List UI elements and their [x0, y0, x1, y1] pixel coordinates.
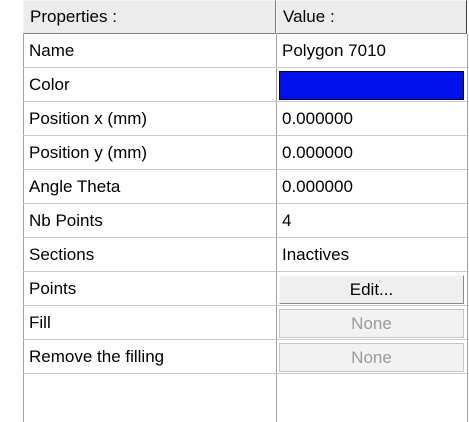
property-label: Color: [29, 75, 70, 94]
property-label: Fill: [29, 313, 51, 332]
grid-line: [23, 339, 469, 340]
property-label: Position y (mm): [29, 143, 148, 162]
sections-value[interactable]: Inactives: [276, 238, 469, 272]
row-angle-theta[interactable]: Angle Theta 0.000000: [23, 170, 469, 204]
fill-none-button[interactable]: None: [279, 309, 464, 338]
color-swatch[interactable]: [279, 71, 464, 100]
grid-line: [23, 271, 469, 272]
position-x-value[interactable]: 0.000000: [276, 102, 469, 136]
grid-line: [23, 169, 469, 170]
row-position-x[interactable]: Position x (mm) 0.000000: [23, 102, 469, 136]
grid-line: [23, 203, 469, 204]
grid-line: [276, 34, 277, 422]
property-label: Sections: [29, 245, 95, 264]
grid-line: [23, 305, 469, 306]
grid-line: [23, 373, 469, 374]
property-label: Nb Points: [29, 211, 103, 230]
grid-line: [23, 237, 469, 238]
row-name[interactable]: Name Polygon 7010: [23, 34, 469, 68]
row-position-y[interactable]: Position y (mm) 0.000000: [23, 136, 469, 170]
remove-filling-none-button[interactable]: None: [279, 343, 464, 372]
grid-line: [23, 135, 469, 136]
property-label: Angle Theta: [29, 177, 121, 196]
property-label: Name: [29, 41, 75, 60]
value-column-header[interactable]: Value :: [276, 0, 467, 34]
property-label: Points: [29, 279, 77, 298]
properties-column-header[interactable]: Properties :: [23, 0, 276, 34]
nb-points-value[interactable]: 4: [276, 204, 469, 238]
grid-line: [23, 67, 469, 68]
properties-grid: Properties : Value : Name Polygon 7010 C…: [23, 0, 469, 422]
property-label: Position x (mm): [29, 109, 148, 128]
grid-line: [23, 101, 469, 102]
edit-points-button[interactable]: Edit...: [279, 275, 464, 304]
property-label: Remove the filling: [29, 347, 165, 366]
row-nb-points[interactable]: Nb Points 4: [23, 204, 469, 238]
grid-line: [467, 34, 468, 422]
grid-line: [23, 34, 24, 422]
angle-theta-value[interactable]: 0.000000: [276, 170, 469, 204]
position-y-value[interactable]: 0.000000: [276, 136, 469, 170]
name-value[interactable]: Polygon 7010: [276, 34, 469, 68]
row-sections[interactable]: Sections Inactives: [23, 238, 469, 272]
